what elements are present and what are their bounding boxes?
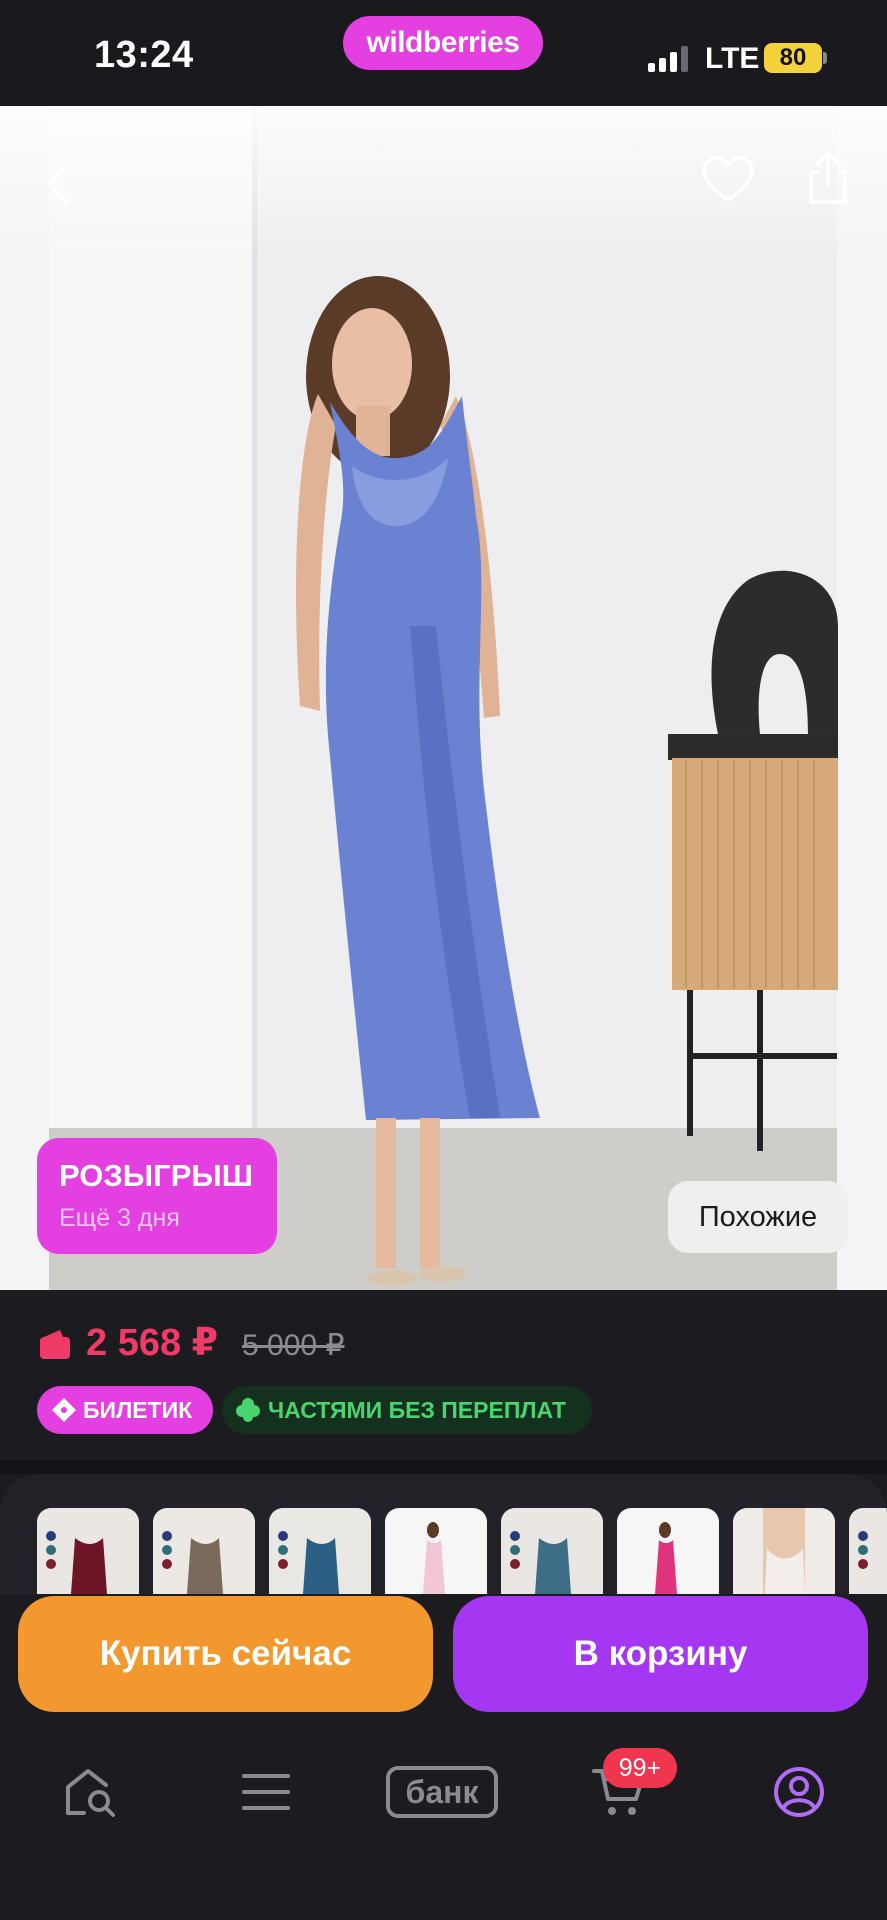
ticket-chip-label: БИЛЕТИК — [83, 1396, 193, 1423]
clover-icon — [236, 1398, 260, 1422]
favorite-button[interactable] — [698, 150, 758, 210]
variant-image — [510, 1531, 571, 1594]
price-card: 2 568 ₽ 5 000 ₽ БИЛЕТИК ЧАСТЯМИ БЕЗ ПЕРЕ… — [0, 1290, 887, 1460]
bank-label: банк — [386, 1766, 498, 1818]
variant-image — [278, 1531, 339, 1594]
promo-subtitle: Ещё 3 дня — [59, 1204, 180, 1232]
cart-count-badge: 99+ — [603, 1748, 677, 1788]
installments-chip[interactable]: ЧАСТЯМИ БЕЗ ПЕРЕПЛАТ — [222, 1386, 592, 1434]
battery-tip — [823, 52, 827, 64]
variant-thumbnails — [0, 1474, 887, 1594]
profile-icon — [774, 1767, 824, 1817]
promo-giveaway-badge[interactable]: РОЗЫГРЫШ Ещё 3 дня — [37, 1138, 277, 1254]
variant-thumbnail[interactable] — [153, 1508, 255, 1594]
old-price: 5 000 ₽ — [242, 1329, 345, 1362]
tab-profile[interactable] — [770, 1762, 828, 1822]
variant-thumbnail[interactable] — [269, 1508, 371, 1594]
variant-image — [423, 1522, 445, 1594]
brand-logo[interactable]: wildberries — [343, 16, 543, 70]
share-button[interactable] — [800, 146, 856, 210]
variant-image — [162, 1531, 223, 1594]
variant-image — [46, 1531, 107, 1594]
buy-now-button[interactable]: Купить сейчас — [18, 1596, 433, 1712]
variant-image — [655, 1522, 677, 1594]
wallet-icon — [40, 1330, 70, 1359]
ticket-icon — [52, 1398, 76, 1422]
add-to-cart-button[interactable]: В корзину — [453, 1596, 868, 1712]
signal-icon — [648, 46, 688, 72]
variant-thumbnail[interactable] — [501, 1508, 603, 1594]
product-image — [49, 106, 838, 1290]
tab-catalog[interactable] — [238, 1762, 294, 1822]
variant-thumbnail[interactable] — [617, 1508, 719, 1594]
ticket-chip[interactable]: БИЛЕТИК — [37, 1386, 213, 1434]
tab-home[interactable] — [60, 1762, 120, 1822]
heart-icon — [702, 156, 754, 202]
menu-icon — [242, 1774, 290, 1810]
status-time: 13:24 — [94, 34, 194, 76]
tab-bank[interactable]: банк — [386, 1762, 498, 1822]
network-type: LTE — [705, 42, 760, 75]
installments-chip-label: ЧАСТЯМИ БЕЗ ПЕРЕПЛАТ — [268, 1396, 567, 1423]
variant-thumbnail[interactable] — [733, 1508, 835, 1594]
variant-thumbnail[interactable] — [37, 1508, 139, 1594]
status-bar: 13:24 wildberries LTE 80 — [0, 0, 887, 106]
variant-thumbnail[interactable] — [385, 1508, 487, 1594]
variant-image — [858, 1531, 868, 1569]
similar-button[interactable]: Похожие — [668, 1181, 848, 1253]
promo-title: РОЗЫГРЫШ — [59, 1158, 253, 1193]
battery-icon: 80 — [764, 43, 822, 73]
back-icon — [47, 163, 69, 205]
home-search-icon — [66, 1769, 115, 1817]
variant-thumbnail[interactable] — [849, 1508, 887, 1594]
product-photo[interactable]: РОЗЫГРЫШ Ещё 3 дня Похожие — [0, 106, 887, 1290]
back-button[interactable] — [38, 154, 78, 214]
share-icon — [809, 151, 847, 204]
section-divider — [0, 1460, 887, 1474]
current-price: 2 568 ₽ — [86, 1322, 219, 1364]
variant-image — [763, 1508, 805, 1594]
